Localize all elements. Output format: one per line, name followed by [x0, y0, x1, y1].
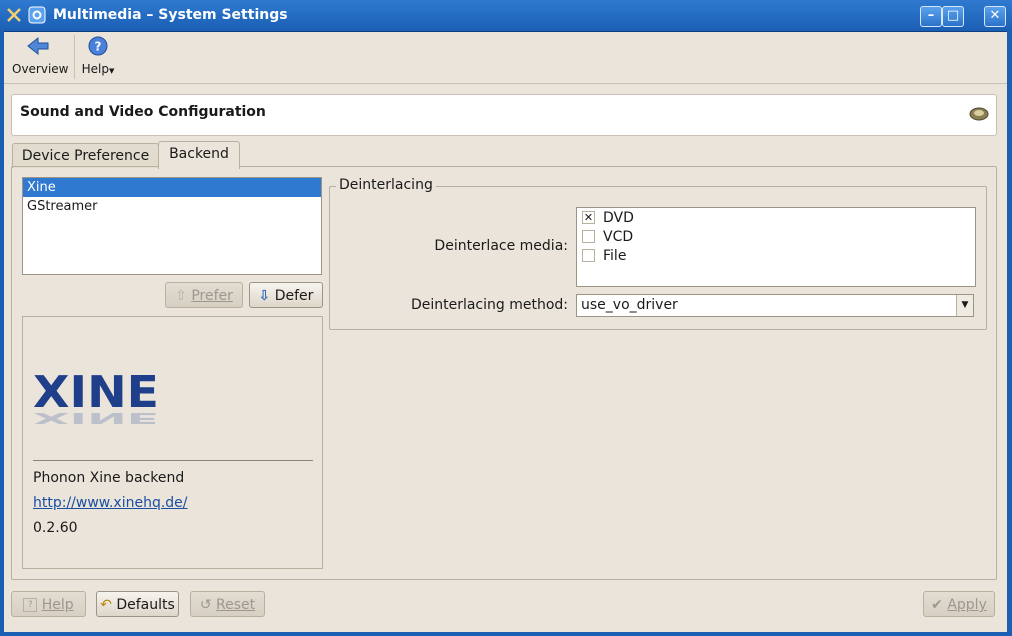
title-bar[interactable]: Multimedia – System Settings – □ ✕ — [0, 0, 1012, 32]
window-border-bottom — [0, 632, 1012, 636]
defer-label: Defer — [274, 288, 314, 304]
chevron-down-icon[interactable]: ▼ — [956, 295, 973, 316]
dropdown-arrow-icon: ▼ — [108, 67, 115, 75]
file-checkbox[interactable] — [582, 248, 595, 262]
prefer-label: Prefer — [191, 288, 233, 304]
backend-list[interactable]: Xine GStreamer — [22, 177, 322, 275]
reset-button[interactable]: ↺ Reset — [190, 591, 265, 617]
backend-version: 0.2.60 — [33, 520, 78, 536]
file-label: File — [603, 248, 627, 264]
help-menu-button[interactable]: ? Help▼ — [80, 35, 116, 76]
window-border-left — [0, 31, 4, 636]
apply-button-label: Apply — [947, 597, 987, 613]
help-doc-icon: ? — [23, 598, 38, 612]
maximize-button[interactable]: □ — [942, 6, 964, 27]
toolbar: Overview ? Help▼ — [4, 31, 1007, 84]
xine-logo-reflection: XINE — [33, 409, 159, 427]
tab-device-preference[interactable]: Device Preference — [12, 143, 159, 168]
deinterlacing-group-title: Deinterlacing — [336, 177, 436, 193]
vcd-checkbox[interactable] — [582, 229, 595, 243]
reset-icon: ↺ — [199, 597, 212, 613]
page-title: Sound and Video Configuration — [20, 104, 266, 120]
header-panel: Sound and Video Configuration — [11, 94, 997, 136]
speaker-icon — [969, 107, 989, 121]
dvd-checkbox[interactable]: ✕ — [582, 210, 595, 224]
deinterlace-media-label: Deinterlace media: — [434, 238, 568, 254]
svg-text:?: ? — [95, 40, 102, 54]
dvd-label: DVD — [603, 210, 634, 226]
deinterlacing-method-select[interactable]: use_vo_driver ▼ — [576, 294, 974, 317]
back-arrow-icon — [27, 36, 49, 56]
window-title: Multimedia – System Settings — [53, 7, 288, 23]
defer-button[interactable]: ⇩ Defer — [249, 282, 323, 308]
list-item-xine[interactable]: Xine — [23, 178, 321, 197]
close-button[interactable]: ✕ — [984, 6, 1006, 27]
deinterlace-media-list[interactable]: ✕ DVD VCD File — [576, 207, 976, 287]
down-arrow-icon: ⇩ — [258, 288, 271, 304]
deinterlacing-method-value: use_vo_driver — [581, 297, 678, 313]
help-label: Help▼ — [81, 62, 115, 76]
minimize-button[interactable]: – — [920, 6, 942, 27]
media-option-vcd[interactable]: VCD — [582, 228, 633, 247]
apply-button[interactable]: ✔ Apply — [923, 591, 995, 617]
backend-url-link[interactable]: http://www.xinehq.de/ — [33, 495, 188, 511]
checkmark-icon: ✔ — [931, 597, 943, 613]
xine-logo: XINE XINE — [33, 369, 159, 428]
window-menu-icon[interactable] — [28, 6, 46, 24]
window-border-right — [1007, 31, 1012, 636]
defaults-icon: ↶ — [100, 597, 112, 613]
prefer-button[interactable]: ⇧ Prefer — [165, 282, 243, 308]
up-arrow-icon: ⇧ — [175, 288, 187, 304]
deinterlacing-method-label: Deinterlacing method: — [410, 297, 568, 313]
vcd-label: VCD — [603, 229, 634, 245]
overview-button[interactable]: Overview — [12, 35, 69, 76]
info-divider — [33, 460, 313, 461]
backend-info-panel: XINE XINE Phonon Xine backend http://www… — [22, 316, 323, 569]
media-option-file[interactable]: File — [582, 247, 626, 266]
tab-backend[interactable]: Backend — [158, 141, 240, 169]
overview-label: Overview — [12, 62, 69, 76]
defaults-button[interactable]: ↶ Defaults — [96, 591, 179, 617]
help-button-label: Help — [41, 597, 74, 613]
toolbar-separator — [74, 35, 75, 79]
defaults-button-label: Defaults — [116, 597, 175, 613]
media-option-dvd[interactable]: ✕ DVD — [582, 209, 634, 228]
reset-button-label: Reset — [216, 597, 256, 613]
backend-description: Phonon Xine backend — [33, 470, 185, 486]
tools-icon[interactable] — [5, 6, 23, 24]
help-button[interactable]: ? Help — [11, 591, 86, 617]
help-icon: ? — [88, 36, 108, 56]
list-item-gstreamer[interactable]: GStreamer — [23, 197, 321, 216]
